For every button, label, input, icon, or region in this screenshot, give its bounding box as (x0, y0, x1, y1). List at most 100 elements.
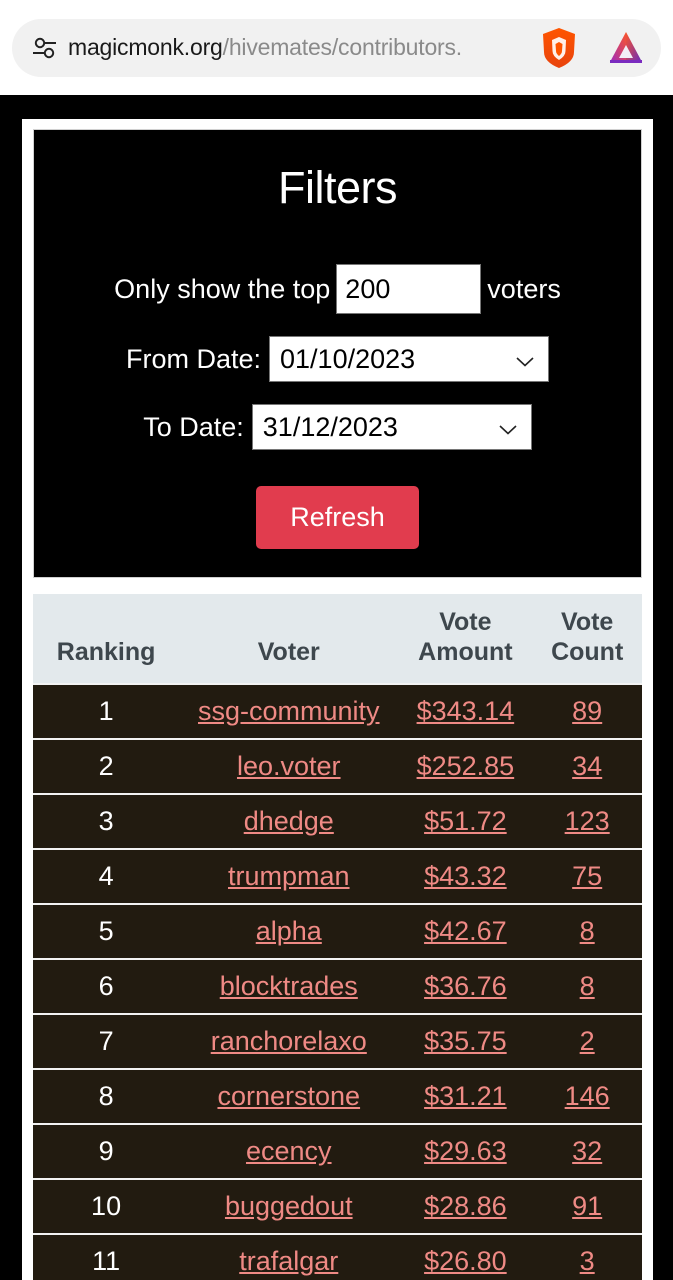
cell-vote-amount: $31.21 (398, 1068, 533, 1125)
vote-count-link[interactable]: 91 (572, 1191, 602, 1221)
address-bar[interactable]: magicmonk.org/hivemates/contributors. (12, 18, 661, 77)
cell-vote-amount: $42.67 (398, 903, 533, 960)
cell-voter: buggedout (179, 1178, 399, 1235)
bat-triangle-icon[interactable] (605, 27, 647, 69)
vote-amount-link[interactable]: $43.32 (424, 861, 507, 891)
cell-vote-count: 32 (532, 1123, 642, 1180)
voter-link[interactable]: ecency (246, 1136, 332, 1166)
table-row: 2 leo.voter $252.85 34 (33, 738, 642, 795)
table-row: 7 ranchorelaxo $35.75 2 (33, 1013, 642, 1070)
cell-voter: trafalgar (179, 1233, 399, 1280)
vote-count-link[interactable]: 34 (572, 751, 602, 781)
cell-ranking: 8 (33, 1068, 180, 1125)
cell-vote-count: 123 (532, 793, 642, 850)
voter-link[interactable]: trumpman (228, 861, 350, 891)
refresh-row: Refresh (48, 486, 627, 549)
column-header-vote-count[interactable]: Vote Count (532, 594, 642, 684)
to-date-select[interactable]: 31/12/2023 (251, 404, 532, 450)
voter-link[interactable]: buggedout (225, 1191, 353, 1221)
vote-count-link[interactable]: 3 (580, 1246, 595, 1276)
cell-vote-count: 89 (532, 683, 642, 740)
column-header-ranking[interactable]: Ranking (33, 594, 180, 684)
cell-vote-amount: $35.75 (398, 1013, 533, 1070)
cell-voter: ssg-community (179, 683, 399, 740)
voter-link[interactable]: blocktrades (220, 971, 358, 1001)
from-date-row: From Date: 01/10/2023 (48, 336, 627, 382)
url-text: magicmonk.org/hivemates/contributors. (68, 34, 527, 61)
cell-voter: trumpman (179, 848, 399, 905)
vote-amount-link[interactable]: $36.76 (424, 971, 507, 1001)
cell-ranking: 7 (33, 1013, 180, 1070)
vote-amount-link[interactable]: $51.72 (424, 806, 507, 836)
cell-voter: blocktrades (179, 958, 399, 1015)
vote-amount-link[interactable]: $26.80 (424, 1246, 507, 1276)
vote-count-link[interactable]: 32 (572, 1136, 602, 1166)
cell-voter: dhedge (179, 793, 399, 850)
cell-vote-amount: $51.72 (398, 793, 533, 850)
table-body: 1 ssg-community $343.14 89 2 leo.voter $252.85… (33, 683, 642, 1280)
from-date-value: 01/10/2023 (280, 343, 416, 374)
voter-link[interactable]: cornerstone (217, 1081, 360, 1111)
browser-toolbar: magicmonk.org/hivemates/contributors. (0, 0, 673, 95)
cell-vote-count: 2 (532, 1013, 642, 1070)
table-row: 9 ecency $29.63 32 (33, 1123, 642, 1180)
table-row: 10 buggedout $28.86 91 (33, 1178, 642, 1235)
cell-vote-count: 75 (532, 848, 642, 905)
cell-ranking: 2 (33, 738, 180, 795)
cell-vote-count: 146 (532, 1068, 642, 1125)
vote-amount-link[interactable]: $31.21 (424, 1081, 507, 1111)
vote-count-link[interactable]: 75 (572, 861, 602, 891)
voters-table: Ranking Voter Vote Amount Vote Count 1 ss… (33, 594, 642, 1280)
voter-link[interactable]: ranchorelaxo (211, 1026, 367, 1056)
voter-link[interactable]: ssg-community (198, 696, 380, 726)
vote-count-link[interactable]: 89 (572, 696, 602, 726)
cell-ranking: 9 (33, 1123, 180, 1180)
vote-amount-link[interactable]: $28.86 (424, 1191, 507, 1221)
top-voters-suffix-label: voters (487, 273, 561, 304)
vote-count-link[interactable]: 123 (565, 806, 610, 836)
vote-amount-link[interactable]: $343.14 (417, 696, 515, 726)
voter-link[interactable]: alpha (256, 916, 322, 946)
top-voters-input[interactable] (336, 264, 482, 314)
from-date-select[interactable]: 01/10/2023 (269, 336, 550, 382)
from-date-label: From Date: (125, 343, 262, 374)
column-header-voter[interactable]: Voter (179, 594, 399, 684)
cell-vote-amount: $29.63 (398, 1123, 533, 1180)
sliders-icon[interactable] (32, 35, 58, 61)
table-row: 3 dhedge $51.72 123 (33, 793, 642, 850)
to-date-row: To Date: 31/12/2023 (48, 404, 627, 450)
table-row: 4 trumpman $43.32 75 (33, 848, 642, 905)
cell-voter: leo.voter (179, 738, 399, 795)
vote-count-link[interactable]: 8 (580, 971, 595, 1001)
brave-lion-icon[interactable] (537, 26, 581, 70)
cell-voter: ranchorelaxo (179, 1013, 399, 1070)
vote-count-link[interactable]: 8 (580, 916, 595, 946)
page-body: Filters Only show the top voters From Da… (0, 95, 673, 1280)
vote-amount-link[interactable]: $29.63 (424, 1136, 507, 1166)
cell-vote-amount: $28.86 (398, 1178, 533, 1235)
cell-vote-count: 91 (532, 1178, 642, 1235)
vote-amount-link[interactable]: $35.75 (424, 1026, 507, 1056)
vote-count-link[interactable]: 2 (580, 1026, 595, 1056)
top-voters-row: Only show the top voters (48, 264, 627, 314)
cell-vote-count: 34 (532, 738, 642, 795)
url-domain: magicmonk.org (68, 34, 223, 60)
page-title: Filters (278, 162, 398, 213)
cell-voter: alpha (179, 903, 399, 960)
vote-count-link[interactable]: 146 (565, 1081, 610, 1111)
refresh-button[interactable]: Refresh (256, 486, 419, 549)
voter-link[interactable]: dhedge (244, 806, 334, 836)
to-date-label: To Date: (143, 411, 244, 442)
top-voters-prefix-label: Only show the top (114, 273, 331, 304)
voter-link[interactable]: leo.voter (237, 751, 341, 781)
vote-amount-link[interactable]: $252.85 (417, 751, 515, 781)
cell-vote-count: 3 (532, 1233, 642, 1280)
column-header-vote-amount[interactable]: Vote Amount (398, 594, 533, 684)
cell-vote-count: 8 (532, 958, 642, 1015)
cell-vote-amount: $343.14 (398, 683, 533, 740)
url-path: /hivemates/contributors. (222, 34, 463, 60)
filters-panel: Filters Only show the top voters From Da… (33, 129, 642, 578)
table-row: 5 alpha $42.67 8 (33, 903, 642, 960)
vote-amount-link[interactable]: $42.67 (424, 916, 507, 946)
voter-link[interactable]: trafalgar (239, 1246, 338, 1276)
